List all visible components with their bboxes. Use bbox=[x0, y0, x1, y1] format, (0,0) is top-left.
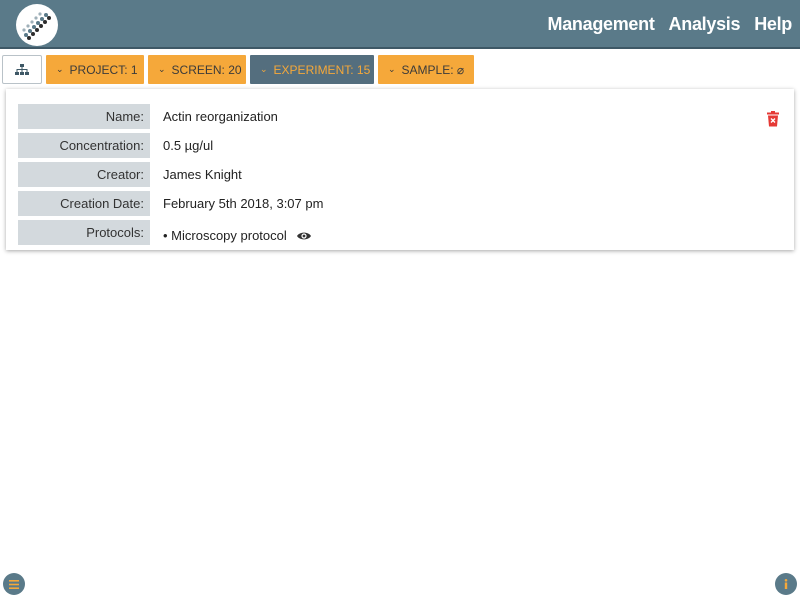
field-value: James Knight bbox=[163, 167, 242, 182]
protocol-item: • Microscopy protocol bbox=[163, 223, 311, 248]
menu-icon bbox=[9, 579, 19, 589]
menu-button[interactable] bbox=[3, 573, 25, 595]
nav-management[interactable]: Management bbox=[548, 14, 655, 35]
crumb-experiment[interactable]: ⌄ EXPERIMENT: 15 bbox=[250, 55, 374, 84]
crumb-sample[interactable]: ⌄ SAMPLE: ⌀ bbox=[378, 55, 474, 84]
field-label: Name: bbox=[18, 104, 150, 129]
crumb-screen-label: SCREEN: 20 bbox=[171, 62, 242, 77]
field-row-creation-date: Creation Date: February 5th 2018, 3:07 p… bbox=[18, 191, 718, 216]
logo-icon[interactable] bbox=[16, 4, 58, 46]
field-value: 0.5 µg/ul bbox=[163, 138, 214, 153]
field-value: February 5th 2018, 3:07 pm bbox=[163, 196, 324, 211]
hierarchy-icon bbox=[15, 63, 29, 75]
eye-icon[interactable] bbox=[296, 231, 311, 241]
info-button[interactable] bbox=[775, 573, 797, 595]
nav-help[interactable]: Help bbox=[754, 14, 792, 35]
field-row-name: Name: Actin reorganization bbox=[18, 104, 718, 129]
chevron-down-icon: ⌄ bbox=[56, 64, 64, 74]
info-icon bbox=[784, 579, 788, 589]
chevron-down-icon: ⌄ bbox=[260, 64, 268, 74]
crumb-experiment-label: EXPERIMENT: 15 bbox=[273, 62, 371, 77]
field-row-concentration: Concentration: 0.5 µg/ul bbox=[18, 133, 718, 158]
experiment-details-card: Name: Actin reorganization Concentration… bbox=[6, 89, 794, 250]
crumb-project[interactable]: ⌄ PROJECT: 1 bbox=[46, 55, 144, 84]
field-row-creator: Creator: James Knight bbox=[18, 162, 718, 187]
hierarchy-button[interactable] bbox=[2, 55, 42, 84]
top-bar: Management Analysis Help bbox=[0, 0, 800, 49]
field-label: Creation Date: bbox=[18, 191, 150, 216]
trash-icon[interactable] bbox=[766, 111, 780, 127]
crumb-sample-label: SAMPLE: ⌀ bbox=[401, 62, 465, 77]
crumb-project-label: PROJECT: 1 bbox=[69, 62, 138, 77]
field-label: Concentration: bbox=[18, 133, 150, 158]
nav-analysis[interactable]: Analysis bbox=[669, 14, 741, 35]
chevron-down-icon: ⌄ bbox=[388, 64, 396, 74]
field-label: Creator: bbox=[18, 162, 150, 187]
chevron-down-icon: ⌄ bbox=[158, 64, 166, 74]
crumb-screen[interactable]: ⌄ SCREEN: 20 bbox=[148, 55, 246, 84]
breadcrumb: ⌄ PROJECT: 1 ⌄ SCREEN: 20 ⌄ EXPERIMENT: … bbox=[2, 55, 474, 84]
top-nav: Management Analysis Help bbox=[548, 0, 793, 49]
field-value: Actin reorganization bbox=[163, 109, 278, 124]
field-label: Protocols: bbox=[18, 220, 150, 245]
field-row-protocols: Protocols: • Microscopy protocol bbox=[18, 220, 718, 245]
protocol-link[interactable]: • Microscopy protocol bbox=[163, 228, 287, 243]
